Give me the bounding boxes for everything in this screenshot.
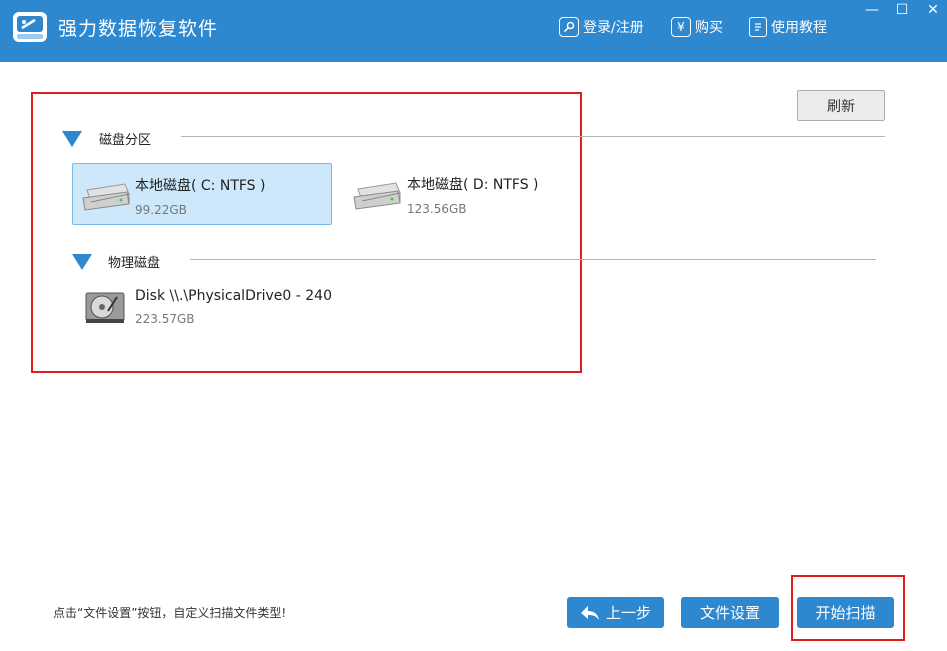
app-title: 强力数据恢复软件 [58,18,219,40]
tutorial-label: 使用教程 [771,20,827,36]
hint-text: 点击“文件设置”按钮，自定义扫描文件类型! [53,606,287,620]
drive-size: 123.56GB [407,202,467,216]
login-register-button[interactable]: 登录/注册 [559,15,644,39]
back-button[interactable]: 上一步 [567,597,664,628]
refresh-button[interactable]: 刷新 [797,90,885,121]
back-arrow-icon [580,605,599,620]
physical-drive-item[interactable]: Disk \\.\PhysicalDrive0 - 240 223.57GB [80,285,380,335]
drive-item-c[interactable]: 本地磁盘( C: NTFS ) 99.22GB [72,163,332,225]
app-logo-icon [13,12,47,42]
collapse-triangle-icon[interactable] [72,253,92,270]
drive-size: 99.22GB [135,203,187,217]
yen-icon: ¥ [671,17,691,37]
key-icon [559,17,579,37]
document-icon [749,17,767,37]
buy-button[interactable]: ¥ 购买 [671,15,723,39]
physical-drive-size: 223.57GB [135,312,195,326]
physical-section-title: 物理磁盘 [108,256,161,271]
drive-name: 本地磁盘( D: NTFS ) [407,177,539,193]
physical-section-header: 物理磁盘 [72,252,160,271]
start-scan-button[interactable]: 开始扫描 [797,597,894,628]
buy-label: 购买 [695,20,723,36]
physical-disk-icon [85,292,125,323]
hard-drive-icon [353,182,401,210]
drive-item-d[interactable]: 本地磁盘( D: NTFS ) 123.56GB [344,163,584,225]
minimize-button[interactable]: — [858,0,886,20]
partition-section-header: 磁盘分区 [62,129,151,148]
login-register-label: 登录/注册 [583,20,644,36]
drive-name: 本地磁盘( C: NTFS ) [135,178,266,194]
file-settings-button[interactable]: 文件设置 [681,597,779,628]
title-bar: 强力数据恢复软件 登录/注册 ¥ 购买 使用教程 — ☐ ✕ [0,0,947,62]
physical-drive-name: Disk \\.\PhysicalDrive0 - 240 [135,288,332,304]
back-label: 上一步 [605,604,651,622]
hard-drive-icon [82,183,130,211]
collapse-triangle-icon[interactable] [62,130,82,147]
tutorial-button[interactable]: 使用教程 [749,15,827,39]
close-button[interactable]: ✕ [919,0,947,20]
partition-section-title: 磁盘分区 [99,133,152,148]
partition-divider [181,136,885,137]
maximize-button[interactable]: ☐ [888,0,916,20]
physical-divider [190,259,876,260]
